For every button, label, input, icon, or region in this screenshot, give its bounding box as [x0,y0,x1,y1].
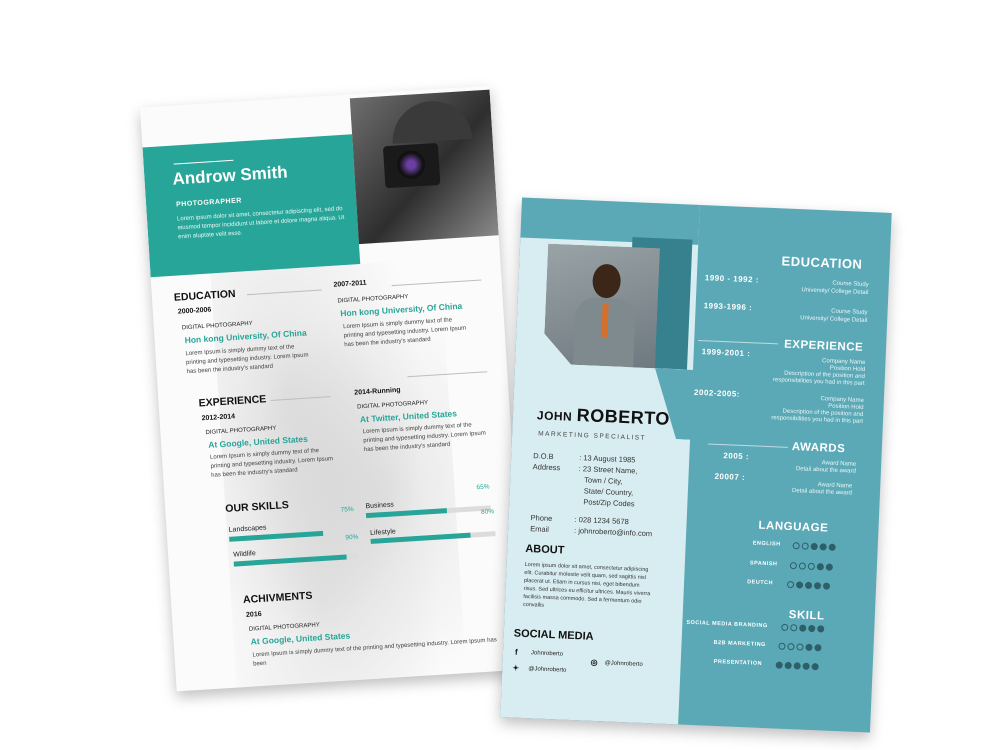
edu-years: 1990 - 1992 : [704,273,760,285]
photographer-photo [349,89,499,245]
rating-dot [804,581,813,589]
rating-dot [811,663,819,671]
edu-years: 1993-1996 : [703,301,753,313]
rating-dot [775,661,783,669]
language-label: ENGLISH [752,540,781,548]
rating-dot [798,562,807,570]
about-heading: ABOUT [525,542,565,557]
info-key: Email [530,524,550,534]
divider [707,443,788,448]
rating-dot [799,624,807,632]
rating-dot [789,562,798,570]
skill-label: PRESENTATION [713,658,763,667]
skill-label: Wildlife [233,550,257,559]
rating-dot [828,543,836,551]
skill-percent: 75% [340,505,354,514]
skill-label: B2B MARKETING [713,639,766,649]
rating-dot [822,582,831,590]
language-label: DEUTCH [747,579,774,587]
info-key: D.O.B [533,451,554,462]
rating-dot [778,642,786,650]
rating-dot [802,662,810,670]
head-shape [592,264,621,299]
resume-john-roberto: JOHN ROBERTO MARKETING SPECIALIST D.O.B … [500,197,892,733]
rating-dot [805,643,813,652]
instagram-icon[interactable]: ◎ [590,658,597,667]
rating-dot [813,582,822,590]
last-name: ROBERTO [576,404,671,429]
awards-heading: AWARDS [791,441,846,456]
exp-years: 2002-2005: [693,387,741,399]
rating-dot [808,624,816,633]
rating-dot [795,581,804,589]
divider [698,339,779,345]
experience-heading: EXPERIENCE [783,338,864,354]
info-key: Address [532,462,561,473]
rating-dot [814,644,822,652]
language-rating [792,542,836,551]
language-rating [789,562,833,571]
language-label: SPANISH [749,560,778,568]
rating-dot [819,543,827,551]
rating-dot [817,625,825,633]
rating-dot [825,563,833,571]
skill-heading: SKILL [788,609,825,623]
rating-dot [801,542,809,550]
info-key: Phone [530,513,553,524]
info-value: Post/Zip Codes [583,497,635,509]
skill-percent: 80% [480,508,495,516]
skill-rating [775,661,819,671]
top-strip [520,197,700,245]
skill-percent: 90% [345,533,359,542]
rating-dot [792,542,800,550]
skill-rating [781,623,825,633]
skill-percent: 65% [476,483,490,492]
education-heading: EDUCATION [781,253,863,272]
rating-dot [810,542,818,551]
rating-dot [796,643,804,651]
rating-dot [786,580,795,589]
rating-dot [793,662,801,670]
facebook-icon[interactable]: f [515,648,518,657]
first-name: JOHN [536,408,573,424]
rating-dot [816,563,824,571]
skill-rating [778,642,822,652]
profile-photo [543,244,660,369]
rating-dot [790,624,798,632]
facebook-handle[interactable]: Johnroberto [531,650,563,657]
exp-years: 1999-2001 : [701,347,751,359]
cap-shape [390,98,473,144]
about-text: Lorem ipsum dolor sit amet, consectetur … [522,561,651,609]
edu-years: 2000-2006 [177,306,212,316]
twitter-icon[interactable]: ✦ [512,663,519,672]
rating-dot [781,623,789,632]
resume-androw-smith: Androw Smith PHOTOGRAPHER Lorem ipsum do… [139,85,527,692]
rating-dot [787,642,795,651]
ach-years: 2016 [245,610,262,619]
language-rating [786,580,831,590]
rating-dot [784,661,792,670]
rating-dot [807,562,815,571]
award-years: 20007 : [714,471,746,483]
language-heading: LANGUAGE [758,519,829,535]
skill-label: SOCIAL MEDIA BRANDING [686,619,768,630]
